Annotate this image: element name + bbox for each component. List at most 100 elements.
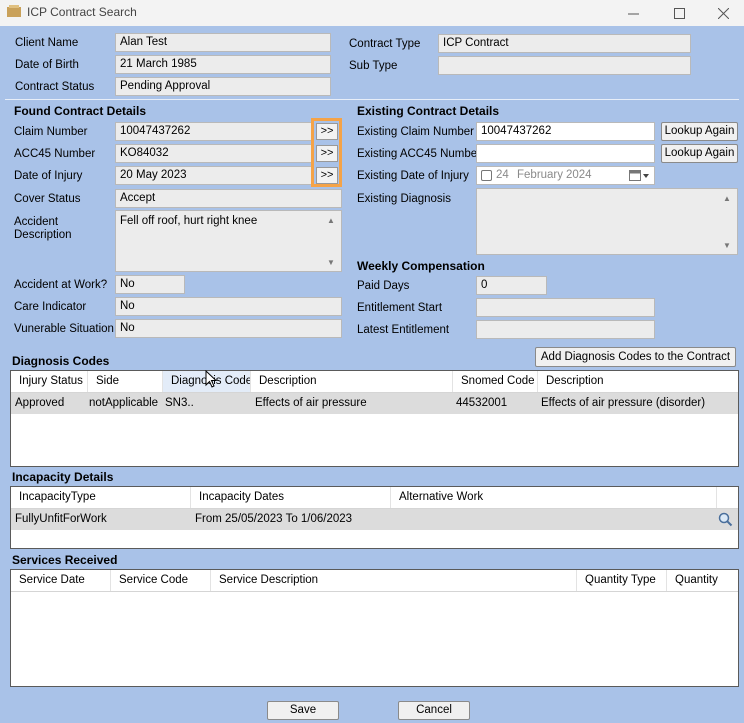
cell-incapacity-dates: From 25/05/2023 To 1/06/2023 (195, 513, 353, 525)
accident-at-work-field[interactable]: No (115, 275, 185, 294)
column-header-service-description[interactable]: Service Description (211, 570, 577, 591)
cell-incapacity-type: FullyUnfitForWork (15, 513, 107, 525)
column-header-description[interactable]: Description (251, 371, 453, 392)
contract-status-label: Contract Status (15, 81, 95, 93)
grid-header: Injury Status Side Diagnosis Code Descri… (11, 371, 738, 393)
cell-description: Effects of air pressure (255, 397, 367, 409)
vulnerable-situation-label: Vunerable Situation (14, 323, 114, 335)
scroll-down-icon[interactable]: ▼ (327, 258, 335, 267)
scroll-up-icon[interactable]: ▲ (723, 194, 731, 203)
minimize-icon (627, 13, 639, 14)
cell-snomed-description: Effects of air pressure (disorder) (541, 397, 706, 409)
accident-description-text: Fell off roof, hurt right knee (120, 215, 258, 227)
table-row[interactable]: FullyUnfitForWork From 25/05/2023 To 1/0… (11, 509, 738, 530)
date-of-injury-label: Date of Injury (14, 170, 83, 182)
entitlement-start-field[interactable] (476, 298, 655, 317)
lookup-again-claim-button[interactable]: Lookup Again (661, 122, 738, 141)
cell-alternative-work (391, 509, 717, 530)
existing-acc45-number-label: Existing ACC45 Number (357, 148, 481, 160)
minimize-button[interactable] (610, 0, 656, 26)
column-header-incapacity-type[interactable]: IncapacityType (11, 487, 191, 508)
column-header-side[interactable]: Side (88, 371, 163, 392)
care-indicator-label: Care Indicator (14, 301, 87, 313)
existing-diagnosis-label: Existing Diagnosis (357, 193, 451, 205)
sub-type-field[interactable] (438, 56, 691, 75)
accident-description-label-1: Accident (14, 216, 59, 228)
incapacity-details-heading: Incapacity Details (12, 470, 114, 484)
mouse-cursor-icon (205, 370, 218, 388)
claim-number-field[interactable]: 10047437262 (115, 122, 312, 141)
copy-acc45-number-button[interactable]: >> (316, 145, 338, 162)
lookup-again-acc45-button[interactable]: Lookup Again (661, 144, 738, 163)
column-header-service-date[interactable]: Service Date (11, 570, 111, 591)
copy-date-of-injury-button[interactable]: >> (316, 167, 338, 184)
scroll-down-icon[interactable]: ▼ (723, 241, 731, 250)
paid-days-field[interactable]: 0 (476, 276, 547, 295)
cancel-button[interactable]: Cancel (398, 701, 470, 720)
cover-status-field[interactable]: Accept (115, 189, 342, 208)
existing-date-of-injury-picker[interactable]: 24 February 2024 (476, 166, 655, 185)
accident-description-field[interactable]: Fell off roof, hurt right knee (115, 210, 342, 272)
maximize-icon (673, 7, 685, 19)
latest-entitlement-field[interactable] (476, 320, 655, 339)
cell-diagnosis-code: SN3.. (165, 397, 194, 409)
sub-type-label: Sub Type (349, 60, 398, 72)
column-header-quantity[interactable]: Quantity (667, 570, 738, 591)
services-received-grid[interactable]: Service Date Service Code Service Descri… (10, 569, 739, 687)
contract-type-field[interactable]: ICP Contract (438, 34, 691, 53)
column-header-service-code[interactable]: Service Code (111, 570, 211, 591)
date-enable-checkbox[interactable] (481, 170, 492, 181)
date-month: February (517, 169, 564, 181)
search-icon[interactable] (718, 512, 733, 527)
accident-description-label-2: Description (14, 229, 72, 241)
vulnerable-situation-field[interactable]: No (115, 319, 342, 338)
acc45-number-label: ACC45 Number (14, 148, 96, 160)
entitlement-start-label: Entitlement Start (357, 302, 443, 314)
save-button[interactable]: Save (267, 701, 339, 720)
grid-header: IncapacityType Incapacity Dates Alternat… (11, 487, 738, 509)
grid-header: Service Date Service Code Service Descri… (11, 570, 738, 592)
app-icon (7, 5, 21, 17)
date-day: 24 (496, 169, 509, 181)
incapacity-details-grid[interactable]: IncapacityType Incapacity Dates Alternat… (10, 486, 739, 549)
copy-claim-number-button[interactable]: >> (316, 123, 338, 140)
column-header-snomed-description[interactable]: Description (538, 371, 738, 392)
existing-claim-number-field[interactable]: 10047437262 (476, 122, 655, 141)
care-indicator-field[interactable]: No (115, 297, 342, 316)
contract-status-field[interactable]: Pending Approval (115, 77, 331, 96)
acc45-number-field[interactable]: KO84032 (115, 144, 312, 163)
latest-entitlement-label: Latest Entitlement (357, 324, 450, 336)
existing-contract-heading: Existing Contract Details (357, 104, 500, 118)
column-header-injury-status[interactable]: Injury Status (11, 371, 88, 392)
cell-snomed-code: 44532001 (456, 397, 508, 409)
client-name-field[interactable]: Alan Test (115, 33, 331, 52)
existing-date-of-injury-label: Existing Date of Injury (357, 170, 469, 182)
divider (5, 99, 739, 100)
column-header-incapacity-dates[interactable]: Incapacity Dates (191, 487, 391, 508)
dob-field[interactable]: 21 March 1985 (115, 55, 331, 74)
existing-acc45-number-field[interactable] (476, 144, 655, 163)
contract-type-label: Contract Type (349, 38, 421, 50)
add-diagnosis-codes-button[interactable]: Add Diagnosis Codes to the Contract (535, 347, 736, 367)
claim-number-label: Claim Number (14, 126, 88, 138)
column-header-alternative-work[interactable]: Alternative Work (391, 487, 717, 508)
date-year: 2024 (566, 169, 592, 181)
cell-injury-status: Approved (15, 397, 65, 409)
accident-at-work-label: Accident at Work? (14, 279, 108, 291)
table-row[interactable]: Approved notApplicable SN3.. Effects of … (11, 393, 738, 414)
column-header-quantity-type[interactable]: Quantity Type (577, 570, 667, 591)
close-button[interactable] (700, 0, 744, 26)
existing-diagnosis-field[interactable] (476, 188, 738, 255)
window-title: ICP Contract Search (27, 5, 137, 19)
paid-days-label: Paid Days (357, 280, 410, 292)
cover-status-label: Cover Status (14, 193, 81, 205)
scroll-up-icon[interactable]: ▲ (327, 216, 335, 225)
diagnosis-codes-grid[interactable]: Injury Status Side Diagnosis Code Descri… (10, 370, 739, 467)
maximize-button[interactable] (656, 0, 702, 26)
weekly-compensation-heading: Weekly Compensation (357, 259, 485, 273)
cell-side: notApplicable (89, 397, 159, 409)
column-header-snomed-code[interactable]: Snomed Code (453, 371, 538, 392)
dob-label: Date of Birth (15, 59, 79, 71)
date-of-injury-field[interactable]: 20 May 2023 (115, 166, 312, 185)
calendar-dropdown-icon[interactable] (629, 170, 651, 182)
